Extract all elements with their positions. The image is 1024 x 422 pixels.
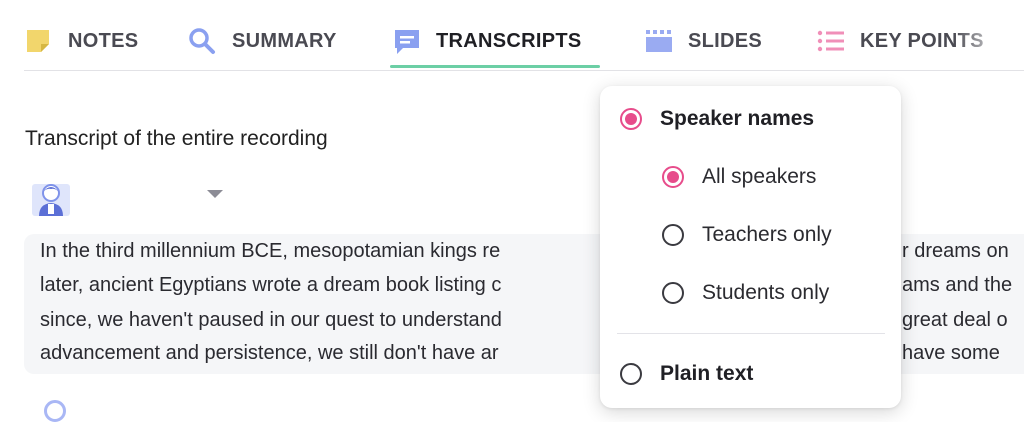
tab-overflow-fade: [954, 0, 1024, 70]
list-icon: [816, 27, 844, 55]
radio-unchecked-icon[interactable]: [662, 224, 684, 246]
chat-bubble-icon: [392, 27, 420, 55]
transcript-line-tail: great deal o: [902, 309, 1008, 331]
tab-bar: NOTES SUMMARY TRANSCRIPTS SLIDES KEY POI…: [24, 0, 1024, 71]
option-speaker-names[interactable]: Speaker names: [620, 107, 814, 131]
search-icon: [188, 27, 216, 55]
slides-icon: [644, 27, 672, 55]
menu-divider: [617, 333, 885, 334]
tab-label: SUMMARY: [232, 29, 337, 52]
transcript-line-tail: r dreams on: [902, 240, 1009, 262]
transcript-line: later, ancient Egyptians wrote a dream b…: [40, 274, 502, 296]
option-all-speakers[interactable]: All speakers: [662, 165, 816, 189]
transcript-line-tail: have some: [902, 342, 1000, 364]
tab-label: NOTES: [68, 29, 139, 52]
tab-transcripts[interactable]: TRANSCRIPTS: [392, 18, 582, 64]
chevron-down-icon[interactable]: [207, 190, 223, 198]
tab-notes[interactable]: NOTES: [24, 18, 138, 64]
active-tab-indicator: [390, 65, 600, 68]
tab-slides[interactable]: SLIDES: [644, 18, 762, 64]
tab-summary[interactable]: SUMMARY: [188, 18, 337, 64]
speaker-selector[interactable]: [30, 178, 70, 218]
transcript-format-menu: Speaker names All speakers Teachers only…: [600, 86, 901, 408]
tab-label: TRANSCRIPTS: [436, 29, 582, 52]
option-label: All speakers: [702, 165, 817, 188]
next-speaker-avatar-icon: [44, 400, 66, 422]
radio-checked-icon[interactable]: [662, 166, 684, 188]
tab-label: SLIDES: [688, 29, 763, 52]
transcript-line: advancement and persistence, we still do…: [40, 342, 499, 364]
radio-unchecked-icon[interactable]: [620, 363, 642, 385]
option-label: Students only: [702, 281, 830, 304]
transcript-line: In the third millennium BCE, mesopotamia…: [40, 240, 501, 262]
option-students-only[interactable]: Students only: [662, 281, 829, 305]
option-plain-text[interactable]: Plain text: [620, 362, 753, 386]
speaker-avatar-icon: [30, 178, 70, 218]
radio-checked-icon[interactable]: [620, 108, 642, 130]
radio-unchecked-icon[interactable]: [662, 282, 684, 304]
transcript-line: since, we haven't paused in our quest to…: [40, 309, 502, 331]
sticky-note-icon: [24, 27, 52, 55]
page-title: Transcript of the entire recording: [25, 127, 328, 150]
option-label: Speaker names: [660, 107, 815, 130]
option-label: Teachers only: [702, 223, 832, 246]
option-teachers-only[interactable]: Teachers only: [662, 223, 832, 247]
option-label: Plain text: [660, 362, 754, 385]
transcript-line-tail: ams and the: [902, 274, 1013, 296]
